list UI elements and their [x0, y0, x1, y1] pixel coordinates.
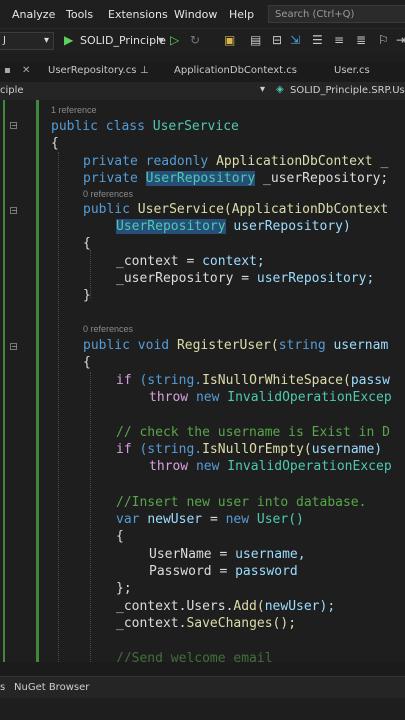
code-line: throw new InvalidOperationExcep: [149, 390, 392, 405]
code-comment: //Insert new user into database.: [116, 495, 367, 510]
folder-icon[interactable]: ▣: [224, 33, 235, 47]
play-outline-icon[interactable]: ▷: [170, 33, 179, 47]
chevron-down-icon[interactable]: ▾: [158, 33, 164, 47]
collapse-icon[interactable]: −: [10, 343, 18, 351]
refresh-icon[interactable]: ↻: [190, 33, 200, 47]
comment-icon[interactable]: ≡: [334, 33, 344, 47]
menu-help[interactable]: Help: [229, 8, 254, 21]
format-icon[interactable]: ⊟: [272, 33, 282, 47]
config-dropdown[interactable]: J ▾: [0, 32, 54, 50]
step-icon[interactable]: ⇲: [290, 33, 300, 47]
code-line: private readonly ApplicationDbContext _: [83, 154, 389, 169]
code-line: var newUser = new User(): [116, 512, 304, 527]
tab-pin-icon: ▪: [4, 65, 11, 76]
nav-icon[interactable]: ⇥: [396, 33, 405, 47]
code-line: public void RegisterUser(string usernam: [83, 338, 389, 353]
codelens-references[interactable]: 0 references: [83, 324, 133, 334]
code-line: _context.SaveChanges();: [116, 616, 297, 631]
code-line: UserRepository userRepository): [116, 219, 351, 234]
uncomment-icon[interactable]: ≣: [356, 33, 366, 47]
code-line: public UserService(ApplicationDbContext: [83, 202, 389, 217]
menu-bar: Analyze Tools Extensions Window Help Sea…: [0, 0, 405, 28]
tab-applicationdbcontext[interactable]: ApplicationDbContext.cs: [174, 65, 297, 76]
change-bar: [36, 100, 39, 662]
navigation-bar: ciple ▾ ◈ SOLID_Principle.SRP.User: [0, 82, 405, 101]
status-strip: [0, 662, 405, 676]
code-line: UserName = username,: [149, 547, 306, 562]
code-line: _userRepository = userRepository;: [116, 271, 375, 286]
code-line: private UserRepository _userRepository;: [83, 171, 389, 186]
layout-icon[interactable]: ▤: [250, 33, 261, 47]
tab-userrepository[interactable]: UserRepository.cs: [48, 65, 136, 76]
gutter-marker: [3, 100, 5, 662]
class-icon: ◈: [276, 84, 284, 95]
code-line: }: [83, 288, 91, 303]
menu-window[interactable]: Window: [174, 8, 217, 21]
tab-nuget-browser[interactable]: NuGet Browser: [14, 682, 89, 693]
menu-analyze[interactable]: Analyze: [12, 8, 55, 21]
startup-project-label[interactable]: SOLID_Principle: [80, 34, 166, 47]
menu-tools[interactable]: Tools: [66, 8, 93, 21]
align-icon[interactable]: ☰: [312, 33, 323, 47]
code-line: _context.Users.Add(newUser);: [116, 599, 336, 614]
code-line: public class UserService: [51, 119, 239, 134]
document-tabs: ▪ ✕ UserRepository.cs ⊥ ApplicationDbCon…: [0, 62, 405, 83]
code-line: Password = password: [149, 564, 298, 579]
bottom-tool-tabs: s NuGet Browser: [0, 676, 405, 699]
chevron-down-icon[interactable]: ▾: [260, 84, 265, 95]
close-icon[interactable]: ✕: [22, 65, 30, 76]
toolbar: J ▾ ▶ SOLID_Principle ▾ ▷ ↻ ▣ ▤ ⊟ ⇲ ☰ ≡ …: [0, 28, 405, 53]
tab-user[interactable]: User.cs: [334, 65, 370, 76]
code-comment: //Send welcome email: [116, 651, 273, 662]
code-line: {: [83, 355, 91, 370]
window-bottom: [0, 698, 405, 720]
bottom-tab-partial[interactable]: s: [0, 682, 5, 693]
code-line: {: [51, 136, 59, 151]
search-input[interactable]: Search (Ctrl+Q): [268, 5, 405, 23]
code-line: throw new InvalidOperationExcep: [149, 459, 392, 474]
code-editor[interactable]: − − − 1 reference public class UserServi…: [0, 100, 405, 662]
type-dropdown[interactable]: SOLID_Principle.SRP.User: [290, 85, 405, 96]
code-line: if (string.IsNullOrWhiteSpace(passw: [116, 373, 390, 388]
play-icon[interactable]: ▶: [64, 33, 73, 47]
collapse-icon[interactable]: −: [10, 122, 18, 130]
menu-extensions[interactable]: Extensions: [108, 8, 168, 21]
code-comment: // check the username is Exist in D: [116, 425, 390, 440]
indent-guide: [90, 372, 92, 662]
collapse-icon[interactable]: −: [10, 207, 18, 215]
code-line: if (string.IsNullOrEmpty(username): [116, 442, 383, 457]
codelens-references[interactable]: 1 reference: [51, 105, 97, 115]
bookmark-icon[interactable]: ⚐: [378, 33, 389, 47]
codelens-references[interactable]: 0 references: [83, 189, 133, 199]
code-line: };: [116, 581, 132, 596]
code-line: {: [116, 529, 124, 544]
config-value: J: [3, 35, 6, 46]
chevron-down-icon: ▾: [43, 35, 49, 46]
code-line: _context = context;: [116, 254, 265, 269]
project-dropdown[interactable]: ciple: [0, 85, 24, 96]
indent-guide: [58, 152, 60, 662]
code-line: {: [83, 236, 91, 251]
pin-icon[interactable]: ⊥: [140, 65, 149, 76]
